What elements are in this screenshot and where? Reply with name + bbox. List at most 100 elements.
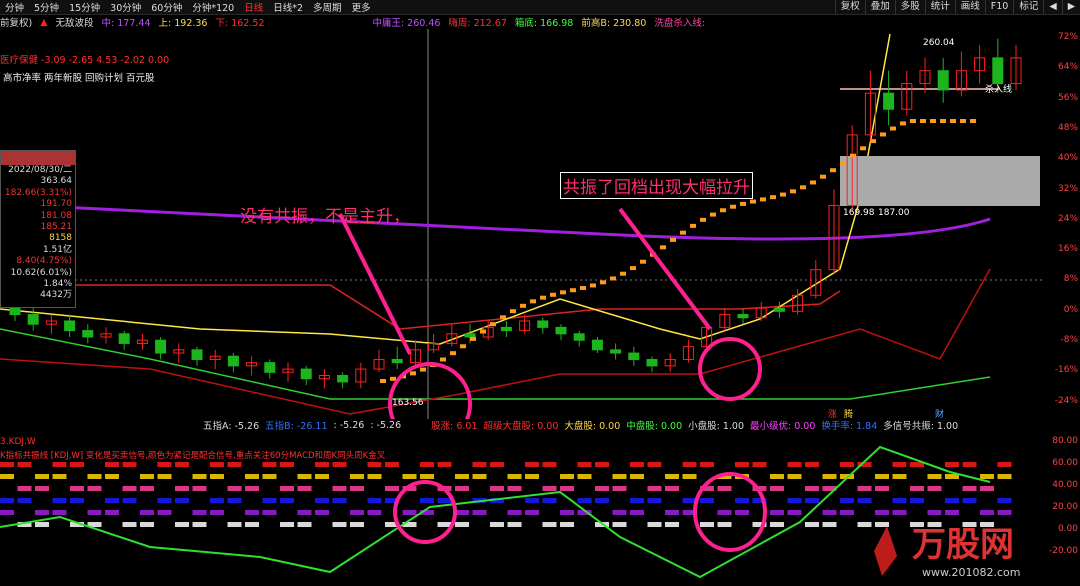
- signal-block: [35, 522, 49, 527]
- sub-axis-tick-label: 80.00: [1052, 436, 1078, 446]
- signal-block: [245, 486, 259, 491]
- signal-block: [227, 486, 242, 491]
- signal-block: [507, 486, 522, 491]
- purple-ma-line: [0, 202, 991, 241]
- signal-block: [577, 474, 592, 479]
- signal-block: [332, 498, 347, 503]
- signal-block: [315, 498, 329, 503]
- signal-block: [805, 522, 819, 527]
- tab-period-2[interactable]: 15分钟: [64, 0, 105, 14]
- trend-dot: [500, 315, 506, 320]
- trend-dot: [640, 259, 646, 264]
- candle-body: [555, 326, 567, 335]
- tab-period-more[interactable]: 更多: [347, 0, 376, 14]
- trend-dot: [680, 230, 686, 235]
- signal-block: [682, 474, 697, 479]
- duoxinhao: 多信号共振: 1.00: [883, 421, 959, 432]
- signal-block: [210, 498, 224, 503]
- signal-block: [875, 510, 889, 515]
- signal-block: [245, 474, 259, 479]
- trend-dot: [740, 201, 746, 206]
- trend-dot: [800, 185, 806, 190]
- candle-body: [155, 339, 167, 354]
- indicator-name[interactable]: 无敌波段: [56, 15, 94, 29]
- trend-dot: [770, 195, 776, 200]
- overlay-button[interactable]: 叠加: [864, 0, 895, 14]
- signal-block: [350, 486, 364, 491]
- signal-block: [315, 510, 329, 515]
- signal-block: [770, 510, 784, 515]
- quote-date: 2022/08/30/二: [8, 165, 72, 175]
- quote-value-10: 4432万: [40, 290, 72, 301]
- tab-period-1[interactable]: 5分钟: [29, 0, 64, 14]
- stats-button[interactable]: 统计: [924, 0, 955, 14]
- candle-body: [883, 92, 895, 110]
- candle-body: [646, 358, 658, 367]
- signal-block: [157, 474, 172, 479]
- signal-block: [437, 498, 452, 503]
- fuquan-label: 前复权): [0, 18, 33, 29]
- tab-period-8[interactable]: 多周期: [308, 0, 347, 14]
- quote-value-3: 181.08: [40, 210, 73, 221]
- signal-block: [87, 486, 102, 491]
- trend-dot: [580, 285, 586, 290]
- trend-dot: [450, 351, 456, 356]
- signal-block: [665, 474, 679, 479]
- signal-block: [525, 474, 539, 479]
- toolbar-right-buttons: 复权 叠加 多股 统计 画线 F10 标记 ◀ ▶: [834, 0, 1080, 14]
- prev-arrow-icon[interactable]: ◀: [1043, 0, 1061, 14]
- signal-block: [647, 498, 662, 503]
- signal-block: [875, 474, 889, 479]
- signal-block: [892, 462, 907, 467]
- trend-dot: [710, 212, 716, 217]
- signal-block: [665, 522, 679, 527]
- candle-body: [118, 333, 130, 344]
- signal-block: [840, 462, 854, 467]
- tab-period-5[interactable]: 分钟*120: [187, 0, 239, 14]
- signal-block: [560, 486, 574, 491]
- signal-block: [140, 522, 154, 527]
- signal-block: [192, 474, 207, 479]
- signal-block: [717, 510, 732, 515]
- signal-block: [595, 486, 609, 491]
- signal-block: [385, 462, 399, 467]
- signal-block: [70, 462, 84, 467]
- signal-block: [892, 498, 907, 503]
- mark-button[interactable]: 标记: [1013, 0, 1043, 14]
- draw-line-button[interactable]: 画线: [954, 0, 985, 14]
- trend-dot: [590, 283, 596, 288]
- axis-tick-label: 16%: [1057, 244, 1078, 255]
- signal-block: [490, 486, 504, 491]
- candle-body: [337, 375, 349, 383]
- trend-dot: [810, 180, 816, 185]
- fuquan-button[interactable]: 复权: [834, 0, 865, 14]
- signal-block: [315, 462, 329, 467]
- huanshou: 换手率: 1.84: [821, 421, 878, 432]
- trend-dot: [470, 336, 476, 341]
- wuzhi-a: 五指A: -5.26: [203, 421, 260, 432]
- signal-block: [402, 474, 417, 479]
- trend-dot: [380, 379, 386, 383]
- signal-block: [280, 462, 294, 467]
- tab-period-3[interactable]: 30分钟: [105, 0, 146, 14]
- next-arrow-icon[interactable]: ▶: [1061, 0, 1080, 14]
- multi-stock-button[interactable]: 多股: [894, 0, 925, 14]
- signal-block: [52, 462, 67, 467]
- signal-block: [840, 498, 854, 503]
- tab-period-7[interactable]: 日线*2: [268, 0, 308, 14]
- signal-block: [927, 474, 942, 479]
- svg-text:万股网: 万股网: [912, 525, 1014, 565]
- tab-period-0[interactable]: 分钟: [0, 0, 29, 14]
- signal-block: [105, 462, 119, 467]
- signal-block: [787, 462, 802, 467]
- signal-block: [735, 510, 749, 515]
- signal-block: [175, 462, 189, 467]
- trend-dot: [670, 237, 676, 242]
- f10-button[interactable]: F10: [984, 0, 1014, 14]
- signal-block: [0, 498, 14, 503]
- signal-block: [157, 462, 172, 467]
- signal-block: [70, 486, 84, 491]
- tab-period-4[interactable]: 60分钟: [146, 0, 187, 14]
- tab-period-daily[interactable]: 日线: [239, 0, 268, 14]
- quote-value-5: 8158: [49, 233, 72, 244]
